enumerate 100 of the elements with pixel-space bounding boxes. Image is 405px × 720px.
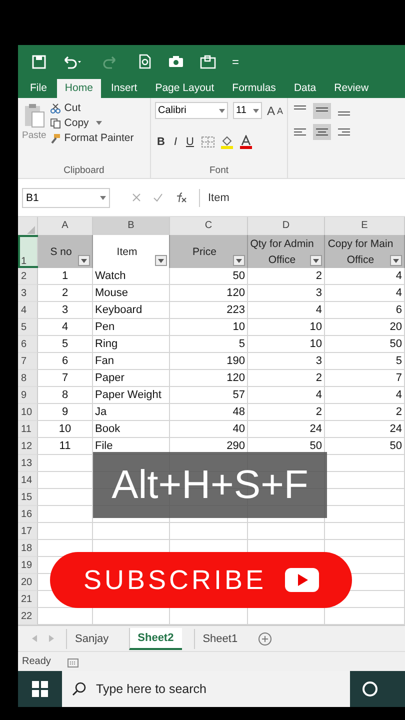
row-header[interactable]: 4: [18, 302, 38, 319]
customize-toolbar-button[interactable]: =: [232, 54, 240, 68]
table-cell: 1: [38, 268, 93, 285]
save-icon[interactable]: [32, 54, 46, 68]
name-box[interactable]: B1: [22, 188, 110, 208]
table-cell: 40: [170, 421, 248, 438]
table-cell: 120: [170, 285, 248, 302]
filter-dropdown-icon[interactable]: [390, 255, 402, 266]
ribbon-tab[interactable]: Review: [326, 79, 377, 98]
italic-button[interactable]: I: [172, 136, 180, 148]
row-header[interactable]: 18: [18, 540, 38, 557]
clipboard-icon: [23, 102, 46, 130]
macro-record-icon[interactable]: [66, 656, 79, 668]
copy-button[interactable]: Copy: [50, 117, 134, 129]
caret-icon: [219, 108, 225, 112]
row-header[interactable]: 16: [18, 506, 38, 523]
row-header[interactable]: 6: [18, 336, 38, 353]
table-cell: 4: [325, 387, 405, 404]
ribbon-tab[interactable]: Home: [56, 79, 101, 98]
row-header[interactable]: 11: [18, 421, 38, 438]
ribbon-tab[interactable]: Formulas: [224, 79, 284, 98]
filter-dropdown-icon[interactable]: [310, 255, 322, 266]
font-size-dropdown[interactable]: 11: [233, 102, 262, 119]
row-header[interactable]: 7: [18, 353, 38, 370]
print-preview-icon[interactable]: [138, 54, 152, 69]
camera-icon[interactable]: [168, 55, 184, 68]
table-cell: 7: [325, 370, 405, 387]
row-header[interactable]: 17: [18, 523, 38, 540]
table-cell: Watch: [93, 268, 170, 285]
formula-input[interactable]: Item: [199, 188, 405, 206]
bold-button[interactable]: B: [155, 136, 167, 148]
ribbon-tab[interactable]: Page Layout: [147, 79, 222, 98]
add-sheet-icon[interactable]: [258, 632, 272, 646]
row-header[interactable]: 19: [18, 557, 38, 574]
sheet-tab[interactable]: Sheet1: [194, 628, 246, 648]
row-header[interactable]: 15: [18, 489, 38, 506]
subscribe-button[interactable]: SUBSCRIBE: [50, 552, 352, 608]
filter-dropdown-icon[interactable]: [233, 255, 245, 266]
windows-start-icon[interactable]: [32, 681, 48, 697]
table-cell: 4: [248, 302, 325, 319]
table-cell: 2: [248, 268, 325, 285]
table-cell: 5: [170, 336, 248, 353]
table-cell: 2: [325, 404, 405, 421]
column-header[interactable]: B: [93, 217, 170, 237]
font-name-dropdown[interactable]: Calibri: [155, 102, 228, 119]
table-cell: Ja: [93, 404, 170, 421]
table-cell: 4: [325, 268, 405, 285]
row-header[interactable]: 8: [18, 370, 38, 387]
cut-button[interactable]: Cut: [50, 102, 134, 114]
table-cell: 50: [170, 268, 248, 285]
status-text: Ready: [22, 656, 51, 667]
table-cell: 2: [248, 370, 325, 387]
table-cell: 10: [248, 336, 325, 353]
row-header[interactable]: 9: [18, 387, 38, 404]
table-cell: 10: [38, 421, 93, 438]
row-header[interactable]: 10: [18, 404, 38, 421]
column-title: Price: [192, 244, 216, 260]
table-cell: 10: [248, 319, 325, 336]
row-header[interactable]: 13: [18, 455, 38, 472]
row-header[interactable]: 5: [18, 319, 38, 336]
ribbon-tab[interactable]: Insert: [102, 79, 146, 98]
borders-icon[interactable]: [200, 136, 215, 148]
font-color-icon[interactable]: [238, 135, 253, 149]
table-cell: 4: [248, 387, 325, 404]
table-cell: Pen: [93, 319, 170, 336]
sheet-tab[interactable]: Sanjay: [66, 628, 117, 648]
table-cell: 120: [170, 370, 248, 387]
decrease-font-size-button[interactable]: A: [276, 106, 283, 116]
row-header[interactable]: 20: [18, 574, 38, 591]
table-cell: 2: [248, 404, 325, 421]
row-header[interactable]: 2: [18, 268, 38, 285]
row-header[interactable]: 22: [18, 608, 38, 625]
circle-icon[interactable]: [362, 681, 378, 697]
ribbon-tab[interactable]: Data: [286, 79, 324, 98]
sheet-tab[interactable]: Sheet2: [128, 628, 182, 650]
caret-icon: [100, 196, 106, 200]
undo-icon[interactable]: [62, 54, 84, 68]
row-header[interactable]: 14: [18, 472, 38, 489]
fill-color-icon[interactable]: [220, 135, 234, 149]
filter-dropdown-icon[interactable]: [155, 255, 167, 266]
table-cell: 3: [248, 353, 325, 370]
row-header[interactable]: 1: [18, 235, 38, 268]
filter-dropdown-icon[interactable]: [78, 255, 90, 266]
table-cell: 2: [38, 285, 93, 302]
form-icon[interactable]: [200, 54, 216, 68]
row-header[interactable]: 3: [18, 285, 38, 302]
format-painter-button[interactable]: Format Painter: [50, 132, 134, 144]
underline-button[interactable]: U: [184, 136, 196, 148]
ribbon-tab[interactable]: File: [22, 79, 55, 98]
column-title: Qty for Admin Office: [250, 236, 314, 268]
shortcut-caption: Alt+H+S+F: [93, 452, 327, 518]
table-cell: Paper: [93, 370, 170, 387]
increase-font-size-button[interactable]: A: [266, 104, 275, 118]
insert-function-icon[interactable]: [175, 192, 187, 203]
table-cell: Ring: [93, 336, 170, 353]
row-header[interactable]: 12: [18, 438, 38, 455]
table-cell: 7: [38, 370, 93, 387]
taskbar-search-field[interactable]: Type here to search: [62, 671, 350, 707]
row-header[interactable]: 21: [18, 591, 38, 608]
table-cell: 190: [170, 353, 248, 370]
